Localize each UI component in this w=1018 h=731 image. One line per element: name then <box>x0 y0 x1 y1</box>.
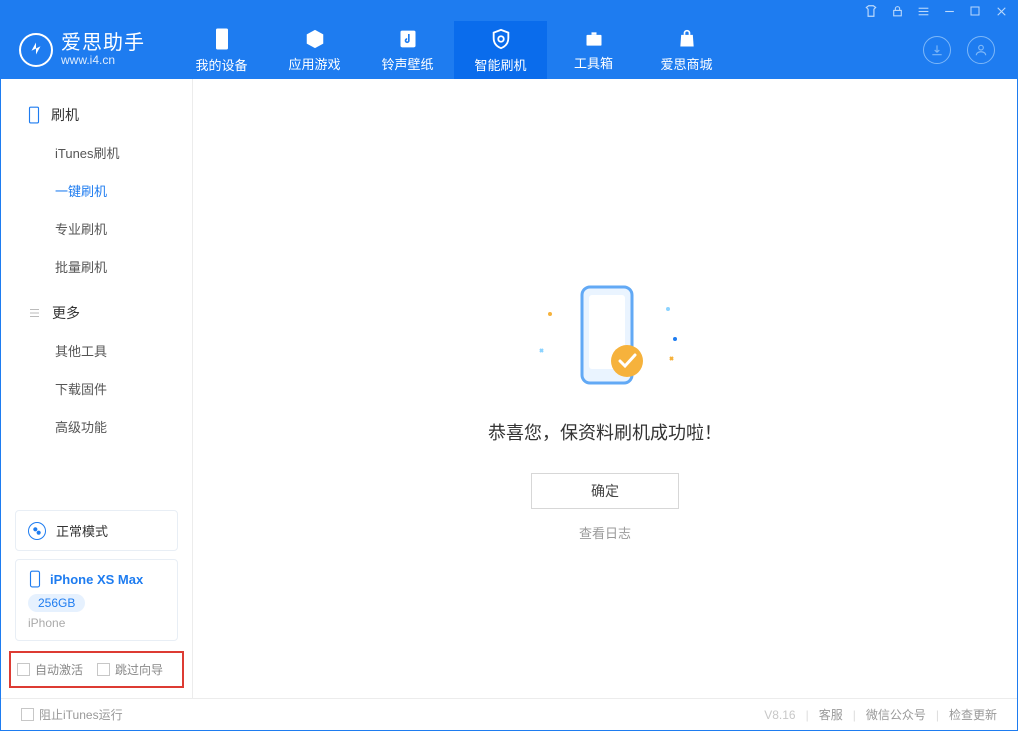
list-icon <box>27 307 42 319</box>
footer-link-wechat[interactable]: 微信公众号 <box>866 706 926 723</box>
sidebar-item-itunes-flash[interactable]: iTunes刷机 <box>1 133 192 171</box>
sidebar: 刷机 iTunes刷机 一键刷机 专业刷机 批量刷机 更多 其他工具 下载固件 … <box>1 79 193 698</box>
phone-icon <box>213 27 231 51</box>
cube-icon <box>304 28 326 50</box>
status-bar: 阻止iTunes运行 V8.16 | 客服 | 微信公众号 | 检查更新 <box>1 698 1017 730</box>
sidebar-group-more: 更多 <box>1 295 192 331</box>
sidebar-group-label: 刷机 <box>51 105 79 125</box>
version-label: V8.16 <box>764 708 795 722</box>
sidebar-group-label: 更多 <box>52 303 80 323</box>
app-url: www.i4.cn <box>61 54 145 67</box>
header: 爱思助手 www.i4.cn 我的设备 应用游戏 铃声壁纸 智能刷机 <box>1 21 1017 79</box>
tab-label: 我的设备 <box>195 55 247 74</box>
checkbox-icon <box>97 663 110 676</box>
lock-icon[interactable] <box>889 3 905 19</box>
checkbox-auto-activate[interactable]: 自动激活 <box>17 661 83 678</box>
device-phone-icon <box>28 570 42 588</box>
tab-label: 铃声壁纸 <box>381 54 433 73</box>
ok-button[interactable]: 确定 <box>531 473 679 509</box>
tab-label: 工具箱 <box>574 53 613 72</box>
close-button[interactable] <box>993 3 1009 19</box>
footer-link-support[interactable]: 客服 <box>819 706 843 723</box>
titlebar <box>1 1 1017 21</box>
footer-link-update[interactable]: 检查更新 <box>949 706 997 723</box>
user-button[interactable] <box>967 36 995 64</box>
briefcase-icon <box>583 29 605 49</box>
sidebar-item-batch-flash[interactable]: 批量刷机 <box>1 247 192 285</box>
success-message: 恭喜您，保资料刷机成功啦！ <box>488 419 722 445</box>
checkbox-label: 跳过向导 <box>115 661 163 678</box>
tab-toolbox[interactable]: 工具箱 <box>547 21 640 79</box>
tshirt-icon[interactable] <box>863 3 879 19</box>
download-button[interactable] <box>923 36 951 64</box>
checkbox-block-itunes[interactable]: 阻止iTunes运行 <box>21 706 123 723</box>
app-name: 爱思助手 <box>61 32 145 54</box>
music-note-icon <box>398 28 418 50</box>
tab-ringtone-wallpaper[interactable]: 铃声壁纸 <box>361 21 454 79</box>
checkbox-icon <box>21 708 34 721</box>
app-logo: 爱思助手 www.i4.cn <box>19 32 145 67</box>
content-area: 恭喜您，保资料刷机成功啦！ 确定 查看日志 <box>193 79 1017 698</box>
sidebar-item-oneclick-flash[interactable]: 一键刷机 <box>1 171 192 209</box>
sidebar-item-pro-flash[interactable]: 专业刷机 <box>1 209 192 247</box>
tab-my-device[interactable]: 我的设备 <box>175 21 268 79</box>
tab-store[interactable]: 爱思商城 <box>640 21 733 79</box>
bag-icon <box>677 28 697 50</box>
tab-smart-flash[interactable]: 智能刷机 <box>454 21 547 79</box>
tab-label: 智能刷机 <box>474 55 526 74</box>
device-card[interactable]: iPhone XS Max 256GB iPhone <box>15 559 178 641</box>
success-illustration <box>520 279 690 399</box>
logo-badge-icon <box>19 33 53 67</box>
mode-card[interactable]: 正常模式 <box>15 510 178 551</box>
sidebar-item-advanced[interactable]: 高级功能 <box>1 407 192 445</box>
checkbox-icon <box>17 663 30 676</box>
minimize-button[interactable] <box>941 3 957 19</box>
sidebar-item-other-tools[interactable]: 其他工具 <box>1 331 192 369</box>
sidebar-item-download-firmware[interactable]: 下载固件 <box>1 369 192 407</box>
sidebar-group-flash: 刷机 <box>1 97 192 133</box>
checkbox-label: 自动激活 <box>35 661 83 678</box>
tab-label: 爱思商城 <box>660 54 712 73</box>
view-log-link[interactable]: 查看日志 <box>579 523 631 542</box>
tab-apps-games[interactable]: 应用游戏 <box>268 21 361 79</box>
checkbox-label: 阻止iTunes运行 <box>39 706 123 723</box>
flash-options-box: 自动激活 跳过向导 <box>9 651 184 688</box>
device-name: iPhone XS Max <box>50 572 143 587</box>
phone-outline-icon <box>27 106 41 124</box>
device-type: iPhone <box>28 616 165 630</box>
device-storage: 256GB <box>28 594 85 612</box>
checkbox-skip-guide[interactable]: 跳过向导 <box>97 661 163 678</box>
mode-icon <box>28 522 46 540</box>
shield-refresh-icon <box>490 27 512 51</box>
menu-icon[interactable] <box>915 3 931 19</box>
maximize-button[interactable] <box>967 3 983 19</box>
main-tabs: 我的设备 应用游戏 铃声壁纸 智能刷机 工具箱 爱思商城 <box>175 21 733 79</box>
tab-label: 应用游戏 <box>288 54 340 73</box>
mode-label: 正常模式 <box>56 521 108 540</box>
